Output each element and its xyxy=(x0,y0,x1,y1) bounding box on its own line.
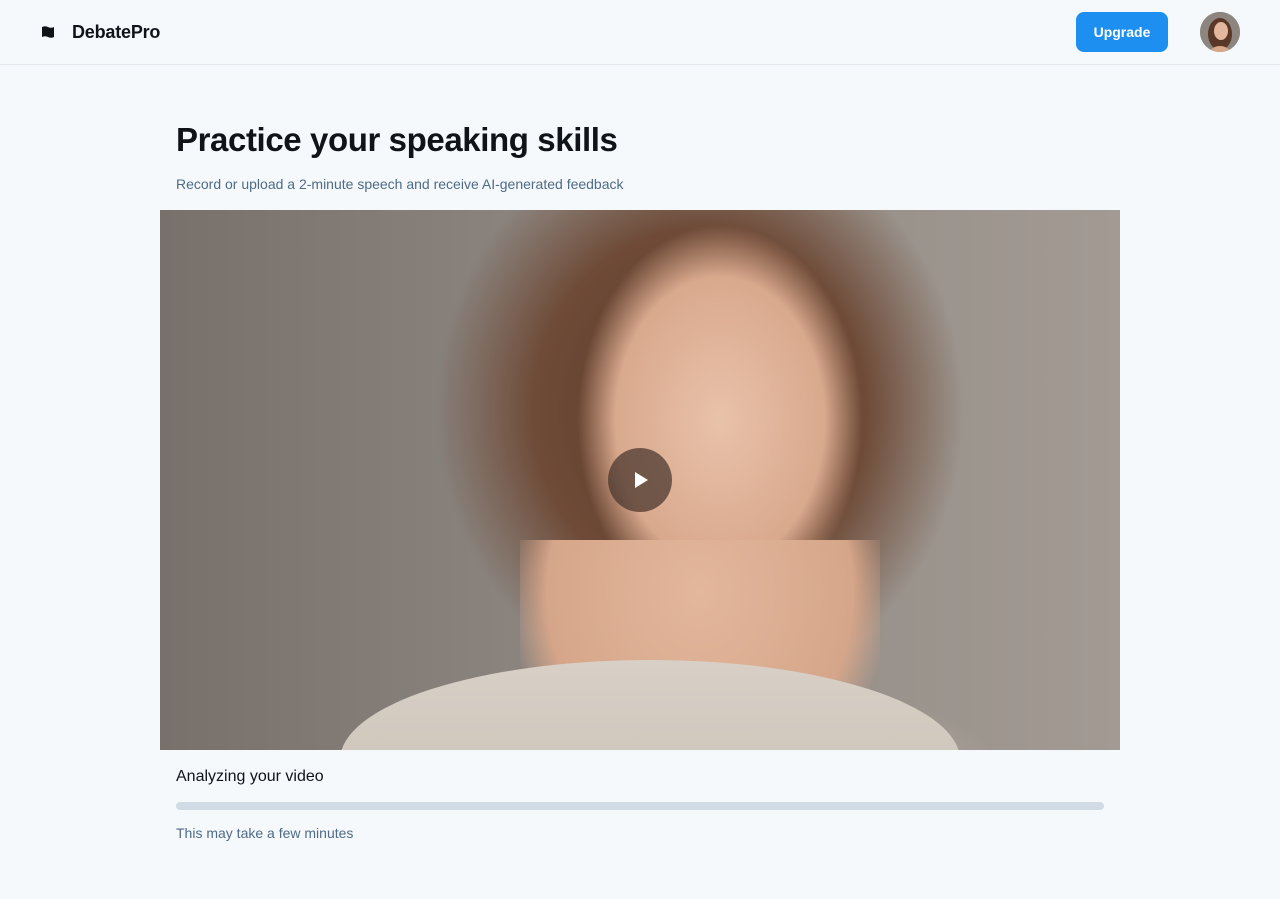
play-icon xyxy=(635,472,648,488)
flag-icon xyxy=(40,20,56,44)
analysis-progress-bar xyxy=(176,802,1104,810)
video-player[interactable] xyxy=(160,210,1120,750)
play-button[interactable] xyxy=(608,448,672,512)
upgrade-button[interactable]: Upgrade xyxy=(1076,12,1168,52)
brand[interactable]: DebatePro xyxy=(40,20,160,44)
user-avatar[interactable] xyxy=(1200,12,1240,52)
page-title: Practice your speaking skills xyxy=(176,121,618,158)
analysis-status-label: Analyzing your video xyxy=(176,768,324,785)
page-subtitle: Record or upload a 2-minute speech and r… xyxy=(176,176,624,192)
avatar-portrait xyxy=(1200,12,1240,52)
brand-name: DebatePro xyxy=(72,21,161,42)
analysis-status-note: This may take a few minutes xyxy=(176,825,354,841)
top-navbar: DebatePro Upgrade xyxy=(0,0,1280,65)
